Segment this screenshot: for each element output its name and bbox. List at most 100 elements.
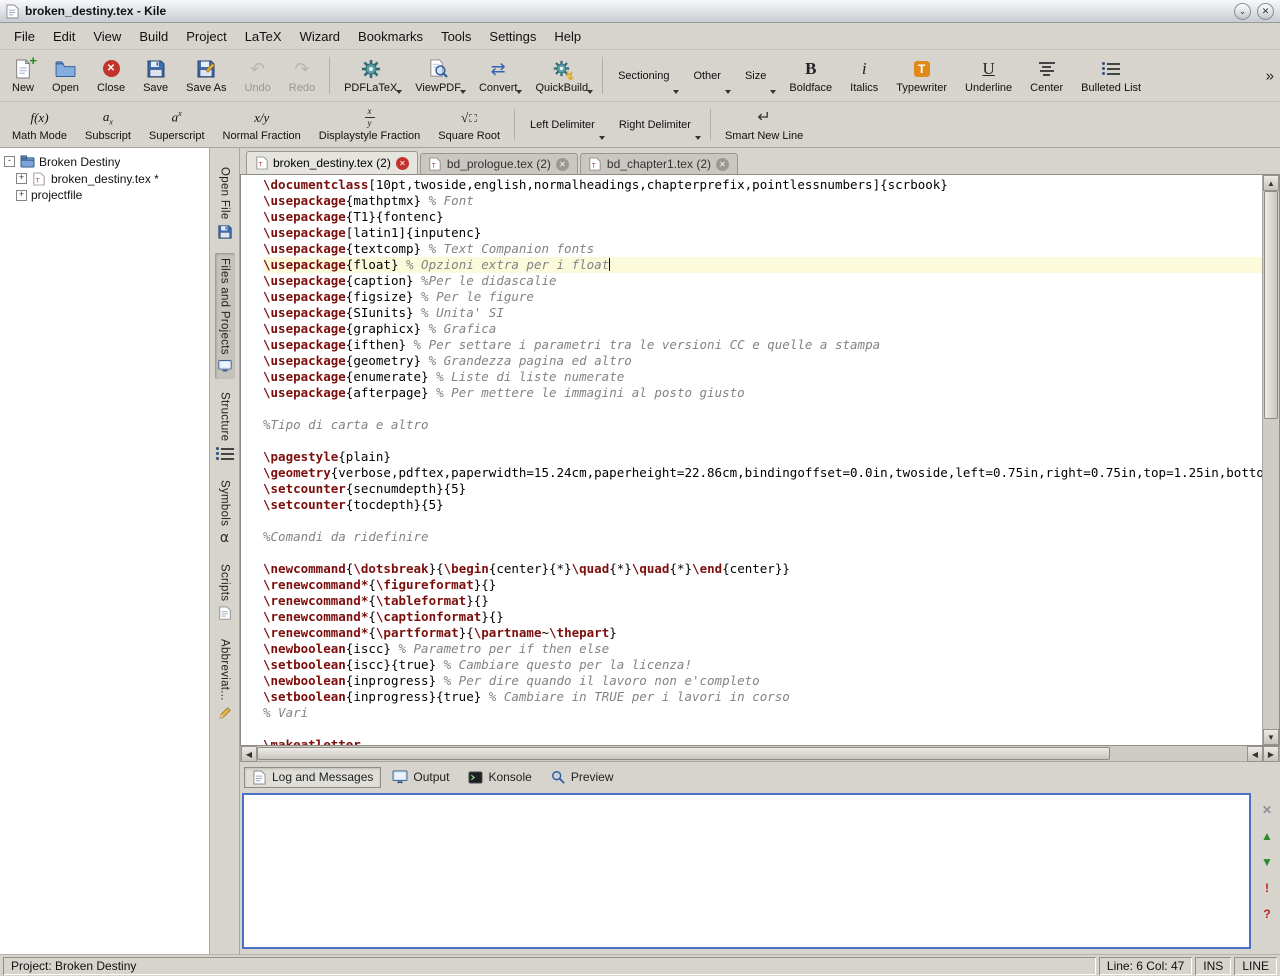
- horizontal-scroll-track[interactable]: [257, 746, 1247, 761]
- code-line-23[interactable]: %Comandi da ridefinire: [263, 529, 1262, 545]
- vertical-scroll-thumb[interactable]: [1264, 191, 1278, 419]
- center-button[interactable]: Center: [1022, 52, 1071, 99]
- code-line-2[interactable]: \usepackage{mathptmx} % Font: [263, 193, 1262, 209]
- bottom-tab-preview[interactable]: Preview: [543, 767, 622, 788]
- pdflatex-button[interactable]: PDFLaTeX: [336, 52, 405, 99]
- subscript-button[interactable]: axSubscript: [77, 104, 139, 145]
- tree-item-broken-destiny-tex[interactable]: +Tbroken_destiny.tex *: [0, 170, 209, 187]
- tree-item-broken-destiny[interactable]: -Broken Destiny: [0, 153, 209, 170]
- bottom-tab-output[interactable]: Output: [384, 767, 457, 788]
- code-line-28[interactable]: \renewcommand*{\captionformat}{}: [263, 609, 1262, 625]
- horizontal-scrollbar[interactable]: ◀ ◀ ▶: [240, 746, 1280, 762]
- code-editor[interactable]: \documentclass[10pt,twoside,english,norm…: [241, 175, 1262, 745]
- code-line-15[interactable]: [263, 401, 1262, 417]
- code-line-3[interactable]: \usepackage{T1}{fontenc}: [263, 209, 1262, 225]
- normal-fraction-button[interactable]: x/yNormal Fraction: [215, 104, 309, 145]
- menu-tools[interactable]: Tools: [433, 26, 479, 47]
- save-as-button[interactable]: Save As: [178, 52, 234, 99]
- code-line-20[interactable]: \setcounter{secnumdepth}{5}: [263, 481, 1262, 497]
- save-button[interactable]: Save: [135, 52, 176, 99]
- code-line-25[interactable]: \newcommand{\dotsbreak}{\begin{center}{*…: [263, 561, 1262, 577]
- sectioning-button[interactable]: Sectioning: [609, 52, 682, 99]
- code-line-13[interactable]: \usepackage{enumerate} % Liste di liste …: [263, 369, 1262, 385]
- code-line-34[interactable]: % Vari: [263, 705, 1262, 721]
- code-line-31[interactable]: \setboolean{iscc}{true} % Cambiare quest…: [263, 657, 1262, 673]
- close-tab-icon[interactable]: ✕: [556, 158, 569, 171]
- code-line-26[interactable]: \renewcommand*{\figureformat}{}: [263, 577, 1262, 593]
- menu-file[interactable]: File: [6, 26, 43, 47]
- log-previous-item-icon[interactable]: ▲: [1259, 827, 1276, 844]
- underline-button[interactable]: UUnderline: [957, 52, 1020, 99]
- side-tab-files-and-projects[interactable]: Files and Projects: [215, 253, 235, 380]
- scroll-left-button-secondary[interactable]: ◀: [1247, 746, 1263, 762]
- code-line-32[interactable]: \newboolean{inprogress} % Per dire quand…: [263, 673, 1262, 689]
- log-next-item-icon[interactable]: ▼: [1259, 853, 1276, 870]
- menu-view[interactable]: View: [85, 26, 129, 47]
- left-delimiter-button[interactable]: Left Delimiter: [521, 104, 608, 145]
- convert-button[interactable]: ⇄Convert: [471, 52, 526, 99]
- italics-button[interactable]: iItalics: [842, 52, 886, 99]
- smart-new-line-button[interactable]: ↵Smart New Line: [717, 104, 811, 145]
- scroll-right-button[interactable]: ▶: [1263, 746, 1279, 762]
- code-line-30[interactable]: \newboolean{iscc} % Parametro per if the…: [263, 641, 1262, 657]
- side-tab-scripts[interactable]: Scripts: [215, 559, 235, 626]
- size-button[interactable]: Size: [736, 52, 779, 99]
- code-line-11[interactable]: \usepackage{ifthen} % Per settare i para…: [263, 337, 1262, 353]
- right-delimiter-button[interactable]: Right Delimiter: [610, 104, 704, 145]
- code-line-21[interactable]: \setcounter{tocdepth}{5}: [263, 497, 1262, 513]
- square-root-button[interactable]: √Square Root: [430, 104, 508, 145]
- side-tab-symbols[interactable]: Symbolsα: [215, 475, 235, 551]
- menu-project[interactable]: Project: [178, 26, 234, 47]
- code-line-22[interactable]: [263, 513, 1262, 529]
- redo-button[interactable]: ↷Redo: [281, 52, 323, 99]
- vertical-scrollbar[interactable]: ▲ ▼: [1262, 175, 1279, 745]
- code-line-10[interactable]: \usepackage{graphicx} % Grafica: [263, 321, 1262, 337]
- doc-tab-bd-chapter1-tex-2[interactable]: Tbd_chapter1.tex (2)✕: [580, 153, 738, 174]
- code-line-18[interactable]: \pagestyle{plain}: [263, 449, 1262, 465]
- vertical-scroll-track[interactable]: [1263, 191, 1279, 729]
- log-messages-view[interactable]: [242, 793, 1251, 949]
- close-tab-icon[interactable]: ✕: [396, 157, 409, 170]
- horizontal-scroll-thumb[interactable]: [257, 747, 1110, 760]
- new-button[interactable]: +New: [4, 52, 42, 99]
- close-tab-icon[interactable]: ✕: [716, 158, 729, 171]
- displaystyle-fraction-button[interactable]: xyDisplaystyle Fraction: [311, 104, 428, 145]
- menu-help[interactable]: Help: [546, 26, 589, 47]
- code-line-12[interactable]: \usepackage{geometry} % Grandezza pagina…: [263, 353, 1262, 369]
- menu-edit[interactable]: Edit: [45, 26, 83, 47]
- code-line-19[interactable]: \geometry{verbose,pdftex,paperwidth=15.2…: [263, 465, 1262, 481]
- bottom-tab-log-and-messages[interactable]: Log and Messages: [244, 767, 381, 788]
- code-line-5[interactable]: \usepackage{textcomp} % Text Companion f…: [263, 241, 1262, 257]
- code-line-6[interactable]: \usepackage{float} % Opzioni extra per i…: [263, 257, 1262, 273]
- tree-expander-icon[interactable]: +: [16, 190, 27, 201]
- doc-tab-bd-prologue-tex-2[interactable]: Tbd_prologue.tex (2)✕: [420, 153, 578, 174]
- log-errors-icon[interactable]: !: [1259, 879, 1276, 896]
- code-line-27[interactable]: \renewcommand*{\tableformat}{}: [263, 593, 1262, 609]
- typewriter-button[interactable]: TTypewriter: [888, 52, 955, 99]
- doc-tab-broken-destiny-tex-2[interactable]: Tbroken_destiny.tex (2)✕: [246, 151, 418, 174]
- side-tab-abbreviat[interactable]: Abbreviat...: [215, 634, 235, 726]
- code-line-16[interactable]: %Tipo di carta e altro: [263, 417, 1262, 433]
- menu-latex[interactable]: LaTeX: [237, 26, 290, 47]
- code-line-7[interactable]: \usepackage{caption} %Per le didascalie: [263, 273, 1262, 289]
- scroll-down-button[interactable]: ▼: [1263, 729, 1279, 745]
- menu-bookmarks[interactable]: Bookmarks: [350, 26, 431, 47]
- close-window-button[interactable]: ✕: [1257, 3, 1274, 20]
- code-line-36[interactable]: \makeatletter: [263, 737, 1262, 745]
- code-line-33[interactable]: \setboolean{inprogress}{true} % Cambiare…: [263, 689, 1262, 705]
- side-tab-structure[interactable]: Structure: [214, 387, 236, 466]
- bulleted-list-button[interactable]: Bulleted List: [1073, 52, 1149, 99]
- code-line-8[interactable]: \usepackage{figsize} % Per le figure: [263, 289, 1262, 305]
- tree-item-projectfile[interactable]: +projectfile: [0, 187, 209, 203]
- toolbar-overflow-button[interactable]: »: [1266, 67, 1274, 84]
- other-button[interactable]: Other: [684, 52, 734, 99]
- menu-build[interactable]: Build: [131, 26, 176, 47]
- code-line-1[interactable]: \documentclass[10pt,twoside,english,norm…: [263, 177, 1262, 193]
- tree-expander-icon[interactable]: +: [16, 173, 27, 184]
- code-line-29[interactable]: \renewcommand*{\partformat}{\partname~\t…: [263, 625, 1262, 641]
- side-tab-open-file[interactable]: Open File: [215, 162, 235, 245]
- superscript-button[interactable]: axSuperscript: [141, 104, 213, 145]
- open-button[interactable]: Open: [44, 52, 87, 99]
- quickbuild-button[interactable]: ↯QuickBuild: [527, 52, 596, 99]
- menu-wizard[interactable]: Wizard: [292, 26, 348, 47]
